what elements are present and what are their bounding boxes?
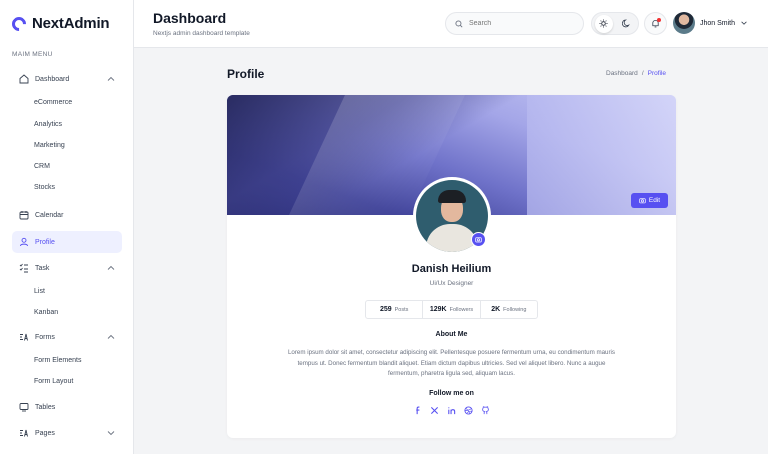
sidebar-item-label: Tables [35, 403, 56, 411]
stat-label: Posts [394, 306, 409, 313]
top-header: Dashboard Nextjs admin dashboard templat… [134, 0, 768, 48]
notification-badge [657, 18, 661, 22]
logo-icon [9, 13, 29, 34]
camera-icon [475, 237, 482, 243]
sidebar-item-label: Profile [35, 238, 55, 246]
home-icon [19, 74, 29, 84]
sidebar-item-label: Task [35, 264, 50, 272]
sidebar-sub-form-elements[interactable]: Form Elements [34, 357, 81, 364]
sidebar-sub-kanban[interactable]: Kanban [34, 309, 58, 316]
theme-toggle[interactable] [591, 12, 639, 35]
breadcrumb-dashboard[interactable]: Dashboard [606, 70, 638, 77]
avatar-cap [438, 190, 466, 203]
social-links [413, 405, 490, 415]
page-title: Profile [227, 67, 265, 81]
profile-stats: 259 Posts 129K Followers 2K Following [365, 300, 538, 319]
sidebar-item-calendar[interactable]: Calendar [12, 204, 122, 226]
github-icon[interactable] [480, 405, 490, 415]
chevron-up-icon [107, 76, 115, 81]
sidebar-sub-crm[interactable]: CRM [34, 163, 50, 170]
sidebar-sub-form-layout[interactable]: Form Layout [34, 378, 73, 385]
facebook-icon[interactable] [413, 405, 423, 415]
avatar [673, 12, 695, 34]
sidebar-sub-ecommerce[interactable]: eCommerce [34, 99, 72, 106]
sidebar-sub-analytics[interactable]: Analytics [34, 121, 62, 128]
search-input[interactable] [469, 20, 579, 27]
sidebar-item-profile[interactable]: Profile [12, 231, 122, 253]
sidebar-sub-stocks[interactable]: Stocks [34, 184, 55, 191]
edit-cover-button[interactable]: Edit [631, 193, 668, 208]
stat-followers: 129K Followers [423, 301, 481, 318]
user-name: Jhon Smith [700, 19, 736, 27]
camera-icon [639, 198, 646, 204]
task-list-icon [19, 263, 29, 273]
profile-card: Edit Danish Heilium Ui/Ux Designer 259 P… [227, 95, 676, 438]
sidebar-item-label: Dashboard [35, 75, 70, 83]
sidebar-item-tables[interactable]: Tables [12, 396, 122, 418]
logo[interactable]: NextAdmin [9, 13, 110, 34]
stat-posts: 259 Posts [366, 301, 424, 318]
pages-icon [19, 428, 29, 438]
sidebar-item-dashboard[interactable]: Dashboard [12, 68, 122, 90]
breadcrumb-current: Profile [647, 70, 667, 77]
moon-icon[interactable] [618, 15, 636, 33]
stat-value: 259 [379, 306, 392, 313]
stat-following: 2K Following [481, 301, 537, 318]
sidebar-item-task[interactable]: Task [12, 257, 122, 279]
menu-heading: MAIM MENU [12, 51, 53, 58]
logo-text: NextAdmin [32, 15, 110, 32]
chevron-up-icon [107, 265, 115, 270]
sidebar-sub-list[interactable]: List [34, 288, 45, 295]
sidebar-item-label: Forms [35, 333, 55, 341]
sidebar-item-forms[interactable]: Forms [12, 326, 122, 348]
sidebar-item-pages[interactable]: Pages [12, 422, 122, 444]
chevron-down-icon [741, 21, 747, 25]
chevron-up-icon [107, 334, 115, 339]
dribbble-icon[interactable] [463, 405, 473, 415]
avatar-upload-button[interactable] [471, 232, 486, 247]
x-icon[interactable] [430, 405, 440, 415]
stat-value: 129K [429, 306, 447, 313]
stat-label: Followers [449, 306, 474, 313]
calendar-icon [19, 210, 29, 220]
sidebar-sub-marketing[interactable]: Marketing [34, 142, 65, 149]
sun-icon[interactable] [594, 14, 613, 33]
edit-label: Edit [648, 197, 661, 204]
about-title: About Me [435, 331, 468, 338]
stat-label: Following [503, 306, 527, 313]
profile-role: Ui/Ux Designer [429, 280, 474, 287]
notification-button[interactable] [644, 12, 667, 35]
about-text: Lorem ipsum dolor sit amet, consectetur … [287, 349, 616, 377]
user-icon [19, 237, 29, 247]
sidebar-item-label: Pages [35, 429, 55, 437]
table-icon [19, 402, 29, 412]
stat-value: 2K [491, 306, 501, 313]
search-bar[interactable] [445, 12, 584, 35]
header-title: Dashboard [153, 10, 227, 26]
profile-name: Danish Heilium [411, 263, 492, 275]
linkedin-icon[interactable] [447, 405, 457, 415]
breadcrumb-separator: / [641, 70, 644, 77]
sidebar: NextAdmin MAIM MENU Dashboard eCommerce … [0, 0, 134, 454]
breadcrumb: Dashboard / Profile [606, 70, 666, 77]
sidebar-item-label: Calendar [35, 211, 64, 219]
user-menu[interactable]: Jhon Smith [673, 12, 748, 34]
search-icon [455, 19, 463, 28]
chevron-down-icon [107, 431, 115, 436]
forms-icon [19, 332, 29, 342]
header-subtitle: Nextjs admin dashboard template [153, 30, 250, 37]
follow-title: Follow me on [429, 390, 474, 397]
